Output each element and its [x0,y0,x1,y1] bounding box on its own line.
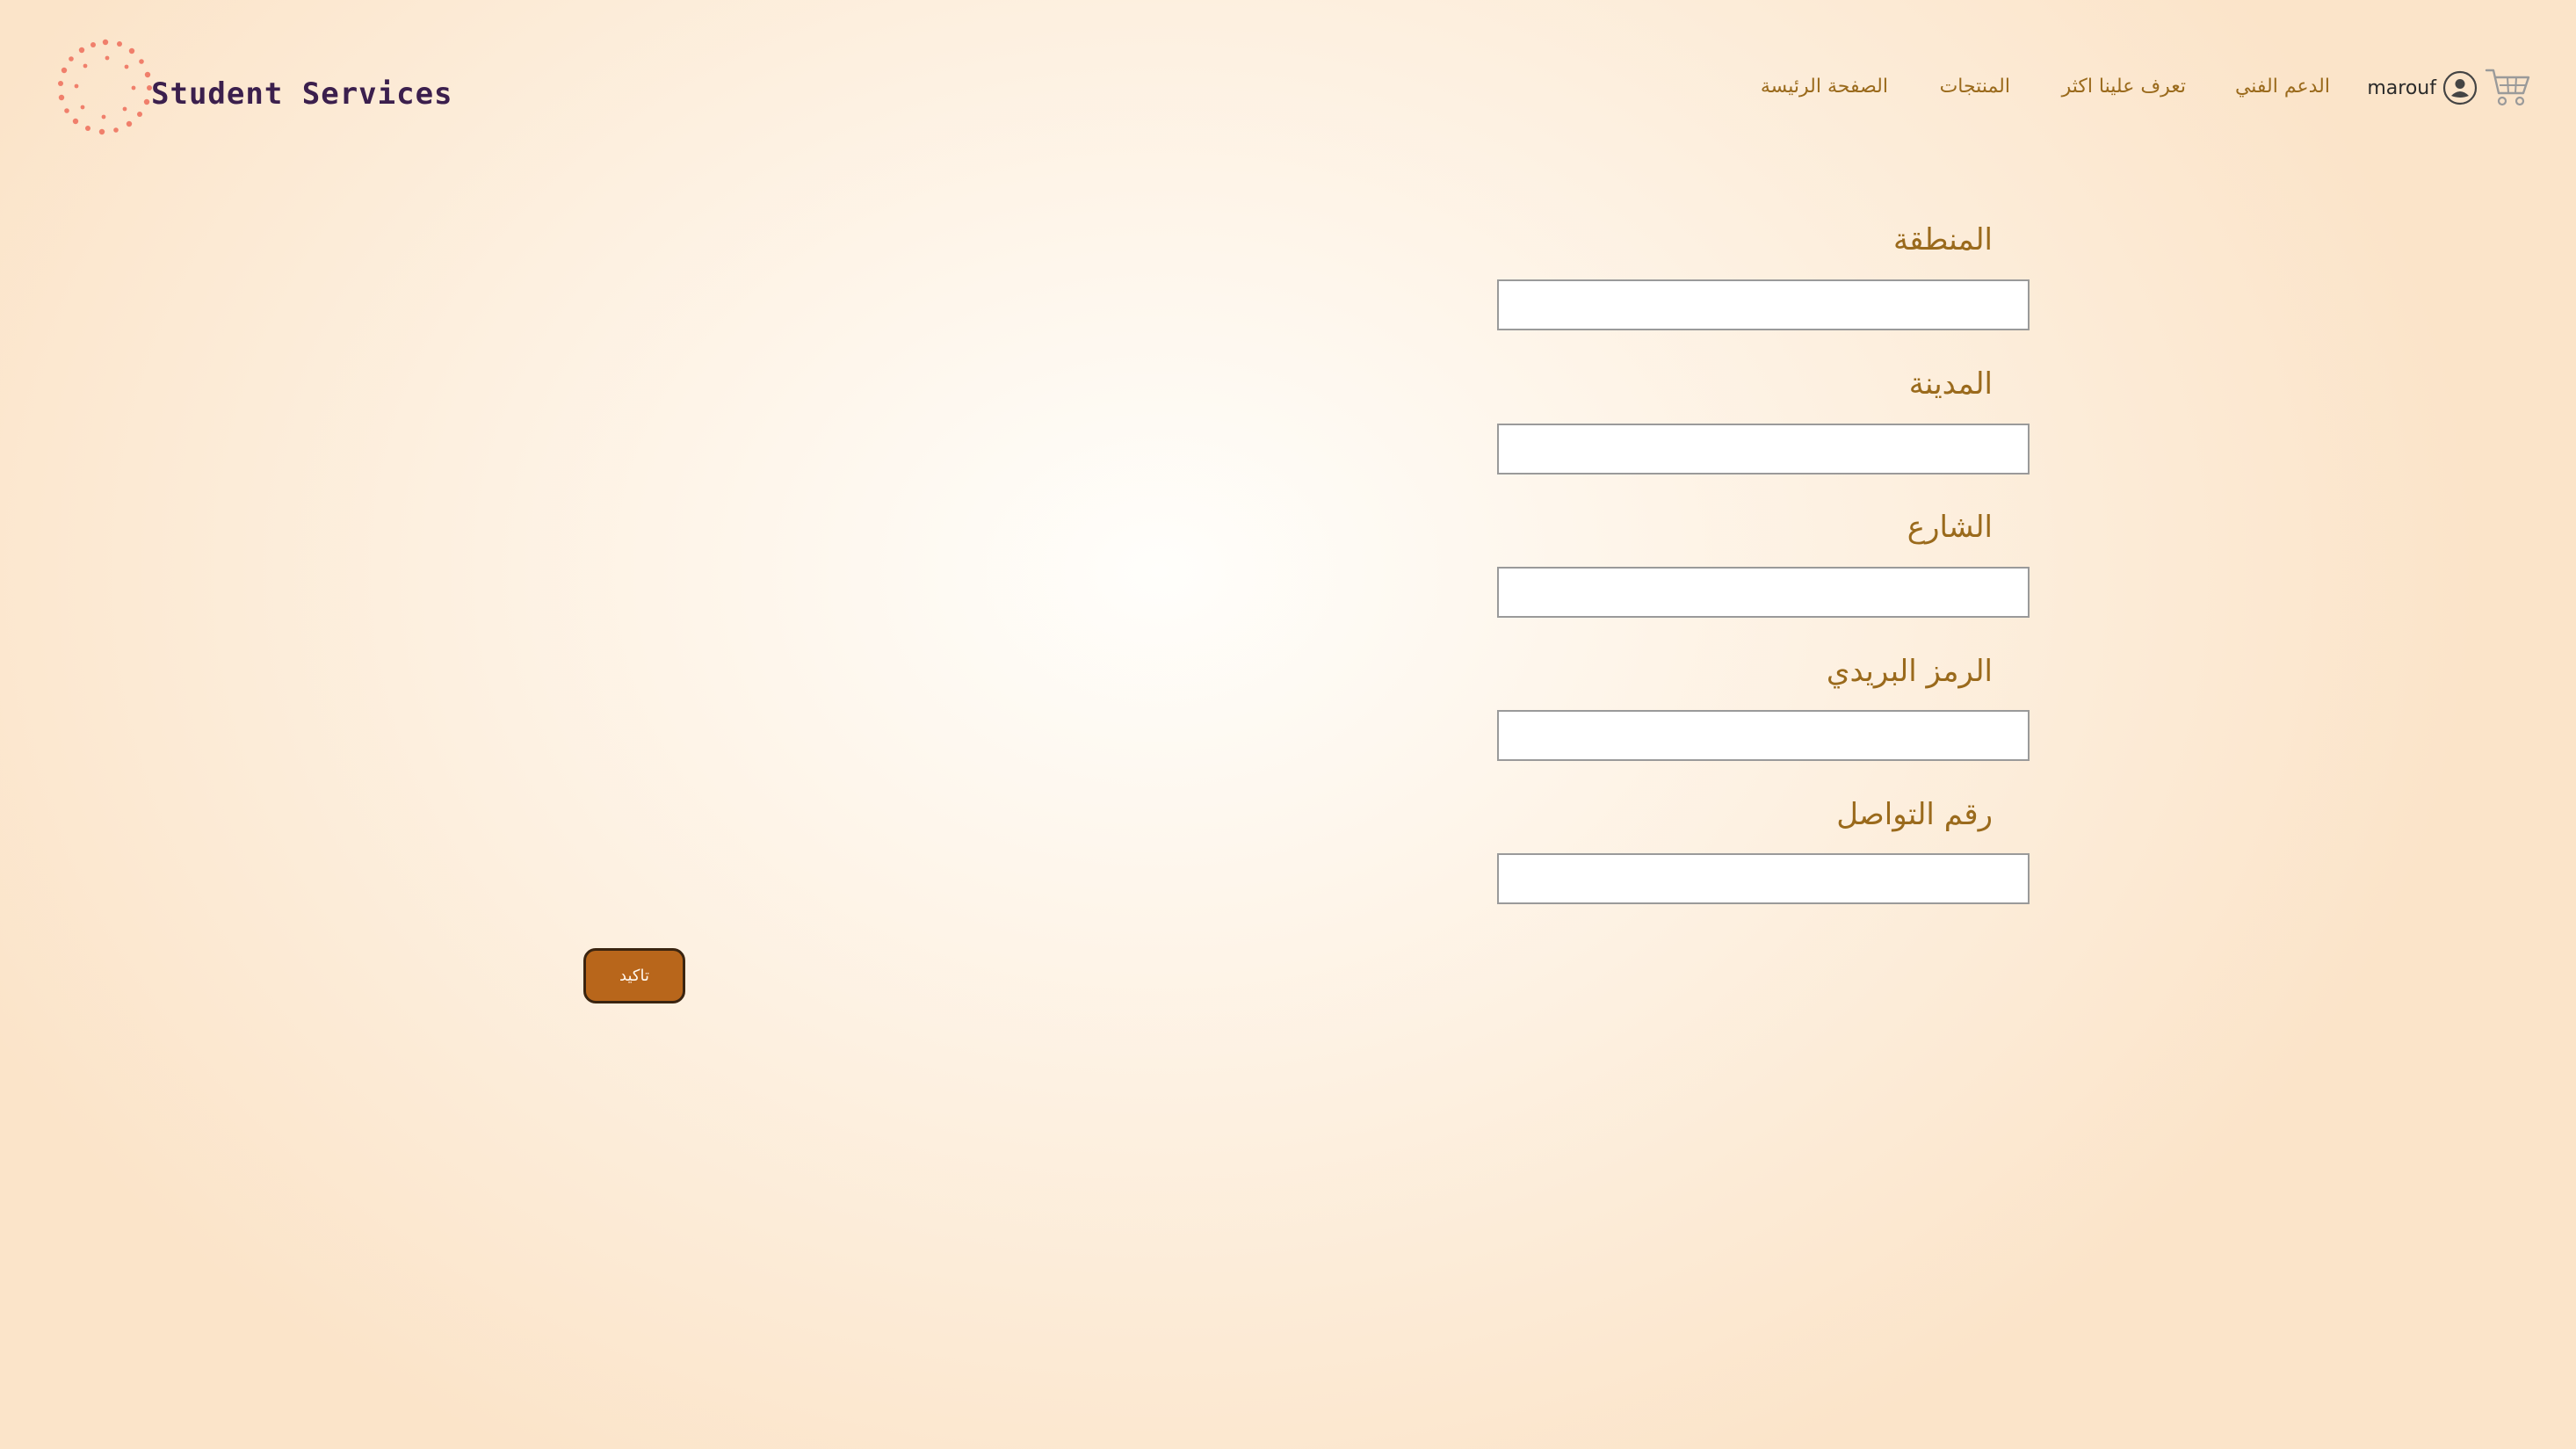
brand-name[interactable]: Student Services [151,76,453,112]
phone-input[interactable] [1497,853,2030,904]
postal-code-label: الرمز البريدي [1826,654,1993,689]
confirm-button[interactable]: تاكيد [583,948,685,1003]
username[interactable]: marouf [2367,77,2436,99]
logo-icon[interactable] [53,35,158,141]
street-input[interactable] [1497,567,2030,618]
nav-products[interactable]: المنتجات [1940,76,2010,98]
nav-home[interactable]: الصفحة الرئيسة [1761,76,1888,98]
shopping-cart-icon[interactable] [2485,67,2530,107]
phone-label: رقم التواصل [1836,797,1993,832]
user-circle-icon[interactable] [2442,70,2478,105]
postal-code-input[interactable] [1497,710,2030,761]
nav-about[interactable]: تعرف علينا اكثر [2062,76,2186,98]
region-input[interactable] [1497,279,2030,330]
region-label: المنطقة [1892,222,1993,257]
city-label: المدينة [1908,366,1993,402]
nav-support[interactable]: الدعم الفني [2235,76,2330,98]
city-input[interactable] [1497,424,2030,475]
site-header: Student Services الصفحة الرئيسة المنتجات… [0,0,2576,185]
street-label: الشارع [1907,510,1993,545]
